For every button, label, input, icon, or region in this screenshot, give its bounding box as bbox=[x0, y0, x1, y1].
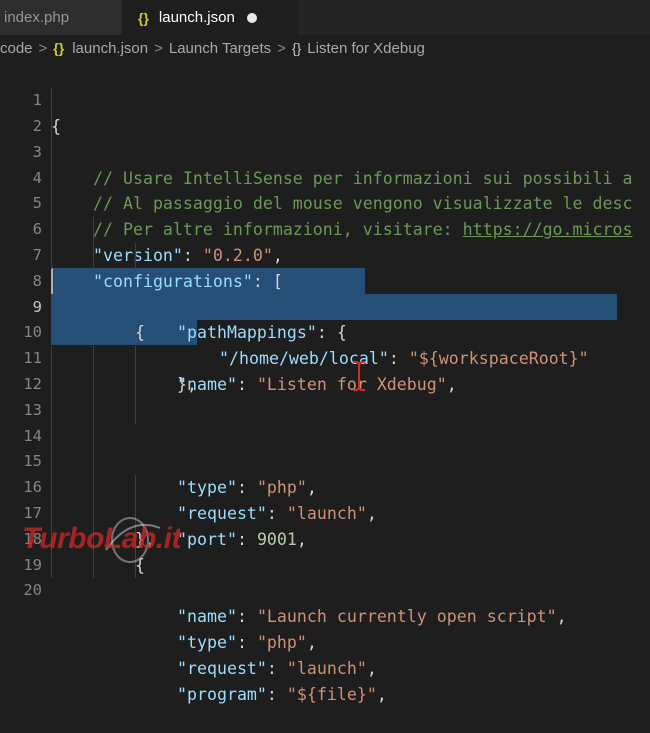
json-string: "${file}" bbox=[286, 684, 377, 704]
colon: : bbox=[236, 632, 257, 652]
indent-guide bbox=[93, 397, 94, 424]
indent-guide bbox=[51, 243, 52, 269]
indent-guide bbox=[93, 346, 94, 372]
chevron-right-icon: > bbox=[154, 39, 163, 57]
code-line[interactable]: 2 // Usare IntelliSense per informazioni… bbox=[0, 88, 650, 188]
code-line[interactable]: 9 "pathMappings": { bbox=[0, 269, 650, 343]
indent-guide bbox=[135, 346, 136, 372]
code-line[interactable]: 10 "/home/web/local": "${workspaceRoot}" bbox=[0, 295, 650, 368]
indent-guide bbox=[51, 88, 52, 114]
indent-guide bbox=[93, 423, 94, 450]
comma: , bbox=[306, 632, 317, 652]
colon: : bbox=[266, 658, 287, 678]
json-string: "php" bbox=[256, 632, 307, 652]
json-key: "type" bbox=[177, 632, 237, 652]
indent-guide bbox=[51, 165, 52, 192]
tab-label: launch.json bbox=[158, 9, 235, 26]
indent-guide bbox=[93, 217, 94, 243]
object-braces-icon: {} bbox=[291, 40, 302, 56]
json-key: "request" bbox=[177, 658, 267, 678]
json-key: "name" bbox=[177, 607, 237, 627]
chevron-right-icon: > bbox=[38, 39, 48, 57]
watermark-logo: TurboLab.it bbox=[10, 510, 250, 570]
colon: : bbox=[266, 684, 287, 704]
tab-bar: index.php {} launch.json bbox=[0, 0, 650, 35]
code-line[interactable]: 8 "name": "Listen for Xdebug", bbox=[0, 243, 650, 394]
watermark-text: TurboLab.it bbox=[22, 522, 181, 555]
chevron-right-icon: > bbox=[277, 39, 286, 57]
json-key: "program" bbox=[177, 684, 267, 704]
indent-guide bbox=[51, 475, 52, 501]
tab-label: index.php bbox=[4, 9, 70, 26]
json-braces-icon: {} bbox=[53, 40, 65, 56]
code-text: "request": "launch", bbox=[177, 656, 377, 682]
code-line[interactable]: 7 { bbox=[0, 217, 650, 342]
breadcrumb-item-launch-targets[interactable]: Launch Targets bbox=[169, 40, 271, 57]
indent-guide bbox=[51, 397, 52, 424]
code-text: "name": "Launch currently open script", bbox=[177, 604, 567, 630]
unsaved-dot-icon[interactable] bbox=[246, 12, 257, 23]
indent-guide bbox=[135, 397, 136, 424]
indent-guide bbox=[51, 449, 52, 476]
indent-guide bbox=[93, 449, 94, 476]
code-line[interactable]: 5 "version": "0.2.0", bbox=[0, 165, 650, 265]
code-line[interactable]: 13 "request": "launch", bbox=[0, 372, 650, 523]
code-line[interactable]: 12 "type": "php", bbox=[0, 346, 650, 497]
code-line[interactable]: 4 // Per altre informazioni, visitare: h… bbox=[0, 139, 650, 239]
code-line[interactable]: 16 { bbox=[0, 449, 650, 575]
code-text: "type": "php", bbox=[177, 630, 317, 656]
indent-guide bbox=[135, 243, 136, 269]
comma: , bbox=[366, 658, 377, 678]
json-braces-icon: {} bbox=[138, 9, 149, 26]
breadcrumb-item-folder[interactable]: code bbox=[0, 40, 33, 57]
indent-guide bbox=[51, 372, 52, 398]
indent-guide bbox=[93, 475, 94, 501]
code-line[interactable]: 3 // Al passaggio del mouse vengono visu… bbox=[0, 114, 650, 213]
comma: , bbox=[376, 684, 387, 704]
indent-guide bbox=[93, 372, 94, 398]
code-line[interactable]: 15 }, bbox=[0, 423, 650, 549]
tab-index-php[interactable]: index.php bbox=[0, 0, 122, 35]
code-line[interactable]: 14 "port": 9001, bbox=[0, 397, 650, 549]
code-line[interactable]: 1 { bbox=[0, 62, 650, 136]
json-string: "Launch currently open script" bbox=[256, 607, 557, 627]
code-line[interactable]: 11 }, bbox=[0, 320, 650, 394]
comma: , bbox=[556, 607, 567, 627]
breadcrumb-item-configuration[interactable]: Listen for Xdebug bbox=[307, 40, 425, 57]
code-line[interactable]: 17 "name": "Launch currently open script… bbox=[0, 475, 650, 626]
colon: : bbox=[236, 607, 257, 627]
indent-guide bbox=[51, 191, 52, 218]
indent-guide bbox=[51, 346, 52, 372]
json-string: "launch" bbox=[286, 658, 367, 678]
indent-guide bbox=[135, 372, 136, 398]
tab-launch-json[interactable]: {} launch.json bbox=[122, 0, 298, 35]
indent-guide bbox=[135, 475, 136, 501]
indent-guide bbox=[51, 423, 52, 450]
ibeam-cursor-icon bbox=[353, 361, 365, 391]
indent-guide bbox=[93, 243, 94, 269]
breadcrumb: code > {} launch.json > Launch Targets >… bbox=[0, 35, 650, 61]
indent-guide bbox=[51, 139, 52, 166]
line-number: 20 bbox=[23, 581, 42, 600]
code-text: "program": "${file}", bbox=[177, 682, 387, 708]
code-editor[interactable]: 1 { 2 // Usare IntelliSense per informaz… bbox=[0, 61, 650, 704]
breadcrumb-item-file[interactable]: launch.json bbox=[72, 40, 148, 57]
indent-guide bbox=[51, 114, 52, 140]
code-line[interactable]: 6 "configurations": [ bbox=[0, 191, 650, 291]
indent-guide bbox=[51, 217, 52, 243]
